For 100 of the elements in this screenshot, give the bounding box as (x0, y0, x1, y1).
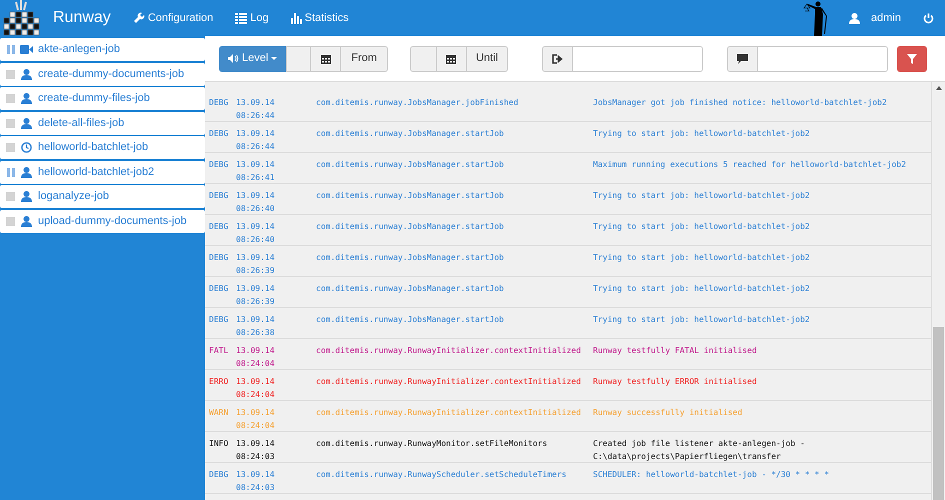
filter-button[interactable] (897, 46, 927, 72)
log-source: com.ditemis.runway.JobsManager.startJob (316, 159, 505, 171)
job-list-item[interactable]: create-dummy-documents-job (0, 62, 205, 86)
log-message: SCHEDULER: helloworld-batchlet-job - */30 * * * * (593, 469, 830, 481)
log-time: 08:26:41 (236, 172, 275, 184)
source-filter-field[interactable] (572, 46, 703, 72)
log-time: 08:24:04 (236, 358, 275, 370)
log-level: DEBG (209, 283, 230, 295)
job-list-item[interactable]: helloworld-batchlet-job2 (0, 160, 205, 184)
log-level: DEBG (209, 221, 230, 233)
clock-icon (21, 142, 32, 153)
log-level: DEBG (209, 97, 230, 109)
log-time: 08:26:40 (236, 234, 275, 246)
scrollbar[interactable] (931, 82, 945, 500)
user-menu[interactable]: admin (871, 10, 901, 26)
wrench-icon (132, 12, 145, 24)
log-date: 13.09.14 (236, 376, 275, 388)
log-time: 08:26:44 (236, 141, 275, 153)
log-time: 08:24:04 (236, 389, 275, 401)
user-icon (21, 191, 32, 202)
log-date: 13.09.14 (236, 97, 275, 109)
from-field[interactable] (286, 46, 312, 72)
level-dropdown[interactable]: Level (219, 46, 286, 72)
log-level: DEBG (209, 128, 230, 140)
stop-icon[interactable] (6, 94, 15, 103)
job-list-item[interactable]: delete-all-files-job (0, 112, 205, 134)
log-date: 13.09.14 (236, 159, 275, 171)
log-level: DEBG (209, 469, 230, 481)
log-message: C:\data\projects\Papierfliegen\transfer (593, 451, 781, 463)
log-level: ERRO (209, 376, 230, 388)
scroll-up-icon[interactable] (936, 86, 942, 90)
log-source: com.ditemis.runway.RunwayInitializer.contextInitialized (316, 345, 582, 357)
list-icon (235, 12, 248, 24)
log-message: Maximum running executions 5 reached for helloworld-batchlet-job2 (593, 159, 906, 171)
log-message: Trying to start job: helloworld-batchlet-job2 (593, 128, 810, 140)
log-date: 13.09.14 (236, 221, 275, 233)
log-message: Trying to start job: helloworld-batchlet-job2 (593, 252, 810, 264)
nav-link[interactable]: Log (235, 10, 269, 26)
log-time: 08:26:39 (236, 296, 275, 308)
job-list-item[interactable]: helloworld-batchlet-job (0, 136, 205, 159)
log-level: DEBG (209, 314, 230, 326)
log-source: com.ditemis.runway.JobsManager.startJob (316, 190, 505, 202)
log-date: 13.09.14 (236, 190, 275, 202)
log-time: 08:26:44 (236, 110, 275, 122)
log-time: 08:26:38 (236, 327, 275, 339)
scrollbar-thumb[interactable] (933, 327, 944, 500)
log-source: com.ditemis.runway.RunwayInitializer.contextInitialized (316, 407, 582, 419)
from-label: From (341, 46, 388, 72)
log-source: com.ditemis.runway.RunwayScheduler.setScheduleTimers (316, 469, 568, 481)
job-list-item[interactable]: create-dummy-files-job (0, 87, 205, 110)
log-level: WARN (209, 407, 230, 419)
pause-icon[interactable] (6, 168, 14, 176)
log-source: com.ditemis.runway.JobsManager.startJob (316, 128, 505, 140)
log-date: 13.09.14 (236, 128, 275, 140)
stop-icon[interactable] (6, 216, 15, 226)
logo-drawing (2, 0, 40, 36)
stop-icon[interactable] (6, 192, 15, 201)
filter-icon (907, 54, 917, 64)
pause-icon[interactable] (6, 45, 14, 54)
brand-name[interactable]: Runway (53, 6, 111, 30)
nav-link[interactable]: Configuration (132, 10, 214, 26)
log-date: 13.09.14 (236, 407, 275, 419)
log-level: INFO (209, 438, 230, 450)
user-icon (21, 93, 32, 104)
job-list-item[interactable]: akte-anlegen-job (0, 38, 205, 61)
until-label: Until (466, 46, 508, 72)
message-filter-field[interactable] (758, 46, 888, 72)
calendar-icon[interactable] (446, 54, 456, 64)
speech-bubble-icon (736, 54, 748, 64)
power-icon[interactable] (923, 12, 934, 24)
calendar-icon[interactable] (320, 54, 331, 64)
log-date: 13.09.14 (236, 252, 275, 264)
log-source: com.ditemis.runway.JobsManager.startJob (316, 252, 505, 264)
caret-icon (271, 57, 278, 60)
log-level: DEBG (209, 252, 230, 264)
log-date: 13.09.14 (236, 283, 275, 295)
stop-icon[interactable] (6, 70, 15, 78)
user-icon (21, 118, 32, 128)
job-list-item[interactable]: loganalyze-job (0, 185, 205, 208)
user-icon (21, 216, 32, 226)
log-time: 08:24:03 (236, 482, 275, 494)
log-time: 08:24:04 (236, 420, 275, 432)
log-level: DEBG (209, 190, 230, 202)
stop-icon[interactable] (6, 118, 15, 128)
bar-chart-icon (290, 12, 302, 24)
user-icon (21, 68, 32, 80)
log-message: Trying to start job: helloworld-batchlet-job2 (593, 221, 810, 233)
user-icon (21, 166, 32, 178)
job-list-item[interactable]: upload-dummy-documents-job (0, 210, 205, 232)
log-message: Trying to start job: helloworld-batchlet-job2 (593, 283, 810, 295)
nav-link[interactable]: Statistics (290, 10, 349, 26)
log-level: FATL (209, 345, 230, 357)
log-time: 08:24:03 (236, 451, 275, 463)
stop-icon[interactable] (6, 143, 15, 152)
log-source: com.ditemis.runway.RunwayMonitor.setFileMonitors (316, 438, 548, 450)
log-date: 13.09.14 (236, 438, 275, 450)
log-time: 08:26:39 (236, 265, 275, 277)
sign-out-icon (552, 54, 563, 64)
until-field[interactable] (410, 46, 437, 72)
log-source: com.ditemis.runway.JobsManager.jobFinished (316, 97, 520, 109)
